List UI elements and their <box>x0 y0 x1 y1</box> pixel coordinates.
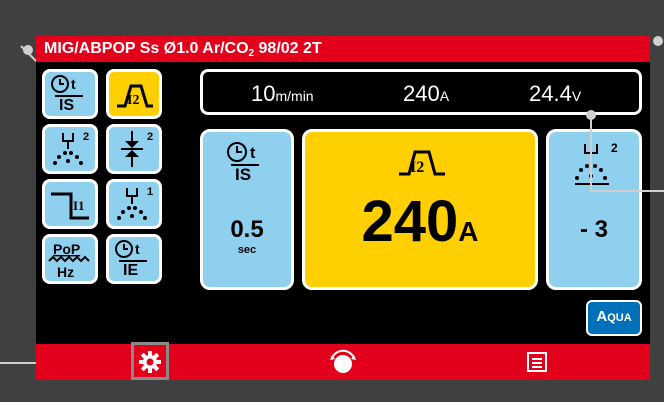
base-current-icon: I1 <box>51 192 89 220</box>
i2-label: I2 <box>127 93 139 108</box>
wire-speed-value: 10 <box>251 81 276 106</box>
pre-gas-button[interactable]: 2 <box>42 124 98 174</box>
mode-label: MIG/ABPOP <box>44 40 136 57</box>
center-panel-readout: 240A <box>305 188 535 255</box>
arc-length-button[interactable]: 2 <box>106 124 162 174</box>
arc-length-icon: 2 <box>121 131 153 167</box>
svg-text:t: t <box>250 145 256 162</box>
center-panel-label: I2 <box>410 159 424 176</box>
svg-text:t: t <box>71 76 76 92</box>
process-label: Ss Ø1.0 Ar/CO <box>139 40 249 57</box>
current-readout: 240A <box>403 81 449 107</box>
menu-button[interactable] <box>522 348 552 376</box>
current-value: 240 <box>403 81 440 106</box>
callout-line-voltage-h <box>590 190 664 192</box>
initial-speed-label: IS <box>59 97 74 114</box>
gas-subscript: 2 <box>248 48 255 59</box>
i1-label: I1 <box>73 198 85 213</box>
left-panel-unit: sec <box>237 244 257 256</box>
post-gas-icon: 1 <box>117 186 153 220</box>
hz-label: Hz <box>57 264 74 280</box>
aqua-rest-letters: QUA <box>607 312 632 324</box>
header-bar: MIG/ABPOP Ss Ø1.0 Ar/CO2 98/02 2T <box>36 36 650 62</box>
pop-label: PoP <box>53 241 80 257</box>
wire-speed-unit: m/min <box>275 88 314 104</box>
post-gas-button[interactable]: 1 <box>106 179 162 229</box>
wire-speed-readout: 10m/min <box>251 81 314 107</box>
bottom-nav-bar <box>36 342 650 380</box>
i2-current-button[interactable]: I2 <box>106 69 162 119</box>
voltage-unit: V <box>571 88 582 104</box>
center-panel-unit: A <box>458 216 479 247</box>
voltage-readout: 24.4V <box>529 81 581 107</box>
settings-button[interactable] <box>135 348 165 376</box>
trigger-label: 2T <box>303 40 322 57</box>
end-timer-icon: t IE <box>115 240 147 279</box>
aqua-button[interactable]: AQUA <box>586 300 642 336</box>
end-time-label: IE <box>123 262 138 279</box>
svg-text:t: t <box>135 241 140 257</box>
center-parameter-panel[interactable]: I2 240A <box>302 129 538 290</box>
timer-icon: t IS <box>51 75 83 114</box>
aqua-big-letter: A <box>596 308 608 325</box>
callout-dot-top-right <box>653 36 663 46</box>
rotary-knob-icon <box>330 349 356 373</box>
gas-nozzle-icon: 2 <box>575 141 618 185</box>
left-parameter-panel[interactable]: t IS 0.5 sec <box>200 129 294 290</box>
pop-frequency-button[interactable]: PoP Hz <box>42 234 98 284</box>
initial-speed-button[interactable]: t IS <box>42 69 98 119</box>
left-panel-value: 0.5 <box>230 216 264 243</box>
right-parameter-panel[interactable]: 2 - 3 <box>546 129 642 290</box>
current-unit: A <box>439 88 450 104</box>
i1-current-button[interactable]: I1 <box>42 179 98 229</box>
post-gas-label: 1 <box>147 186 153 198</box>
parameter-readout: 10m/min 240A 24.4V <box>200 69 642 115</box>
voltage-value: 24.4 <box>529 81 572 106</box>
gear-icon <box>139 351 161 373</box>
pop-frequency-icon: PoP Hz <box>48 241 90 280</box>
right-panel-value: - 3 <box>579 216 608 243</box>
right-panel-label: 2 <box>611 141 618 155</box>
timer-icon: t IS <box>227 142 259 184</box>
left-panel-label: IS <box>235 165 251 184</box>
encoder-knob-button[interactable] <box>328 348 358 376</box>
gas-nozzle-icon: 2 <box>53 131 89 165</box>
gas-mix-label: 98/02 <box>258 40 299 57</box>
display-screen: MIG/ABPOP Ss Ø1.0 Ar/CO2 98/02 2T t IS I… <box>36 36 650 380</box>
menu-list-icon <box>527 352 547 372</box>
peak-current-icon: I2 <box>399 150 445 176</box>
callout-line-voltage-v <box>590 118 592 192</box>
pre-gas-label: 2 <box>83 131 89 143</box>
end-time-button[interactable]: t IE <box>106 234 162 284</box>
peak-current-icon: I2 <box>117 84 153 108</box>
callout-dot-top-left <box>23 45 33 55</box>
center-panel-value: 240 <box>361 189 459 254</box>
arc-length-label: 2 <box>147 131 153 143</box>
